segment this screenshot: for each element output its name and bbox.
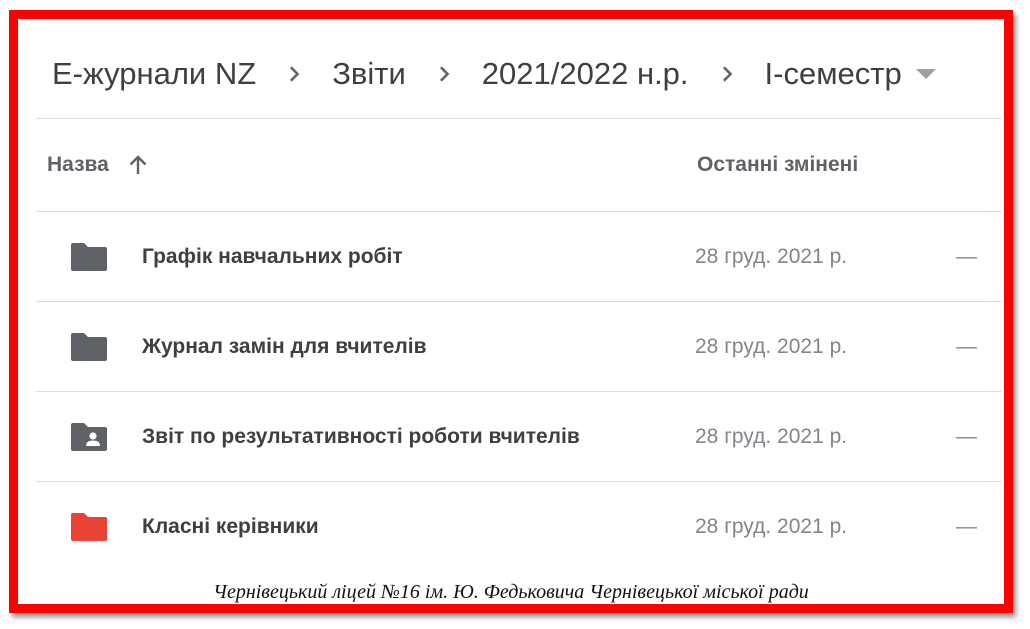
file-row-name: Журнал замін для вчителів <box>142 334 427 358</box>
file-row-name: Графік навчальних робіт <box>142 244 403 268</box>
shared-folder-icon <box>69 420 109 454</box>
column-header-last-modified[interactable]: Останні змінені <box>697 153 858 177</box>
file-row-modified: 28 груд. 2021 р. <box>695 244 848 268</box>
file-row-modified: 28 груд. 2021 р. <box>695 424 848 448</box>
file-row-size: — <box>956 515 977 538</box>
breadcrumb-item-reports[interactable]: Звіти <box>332 56 406 92</box>
drive-file-list: Е-журнали NZ Звіти 2021/2022 н.р. І-семе… <box>36 29 1002 572</box>
chevron-right-icon <box>689 63 765 85</box>
folder-icon <box>69 240 109 274</box>
file-row-size: — <box>956 244 977 268</box>
red-frame: Е-журнали NZ Звіти 2021/2022 н.р. І-семе… <box>9 10 1013 613</box>
file-row[interactable]: Класні керівники 28 груд. 2021 р. — <box>36 482 1002 572</box>
chevron-right-icon <box>256 63 332 85</box>
breadcrumb-item-school-year[interactable]: 2021/2022 н.р. <box>482 56 689 92</box>
column-header-row: Назва Останні змінені <box>36 119 1002 212</box>
breadcrumb: Е-журнали NZ Звіти 2021/2022 н.р. І-семе… <box>36 29 1002 119</box>
chevron-right-icon <box>406 63 482 85</box>
file-row-name: Класні керівники <box>142 515 319 538</box>
file-row[interactable]: Журнал замін для вчителів 28 груд. 2021 … <box>36 302 1002 392</box>
file-row-name: Звіт по результативності роботи вчителів <box>142 424 580 448</box>
file-row[interactable]: Звіт по результативності роботи вчителів… <box>36 392 1002 482</box>
folder-icon <box>69 510 109 544</box>
column-header-name[interactable]: Назва <box>47 152 151 178</box>
footer-caption: Чернівецький ліцей №16 ім. Ю. Федьковича… <box>213 581 809 603</box>
breadcrumb-item-e-journals[interactable]: Е-журнали NZ <box>52 56 256 92</box>
caret-down-icon[interactable] <box>906 59 946 89</box>
folder-icon <box>69 330 109 364</box>
file-row[interactable]: Графік навчальних робіт 28 груд. 2021 р.… <box>36 212 1002 302</box>
file-row-modified: 28 груд. 2021 р. <box>695 334 848 358</box>
column-header-name-label: Назва <box>47 153 109 176</box>
file-row-modified: 28 груд. 2021 р. <box>695 515 848 538</box>
file-row-size: — <box>956 424 977 448</box>
breadcrumb-item-semester[interactable]: І-семестр <box>765 56 902 92</box>
file-row-size: — <box>956 334 977 358</box>
arrow-up-icon[interactable] <box>125 152 151 178</box>
